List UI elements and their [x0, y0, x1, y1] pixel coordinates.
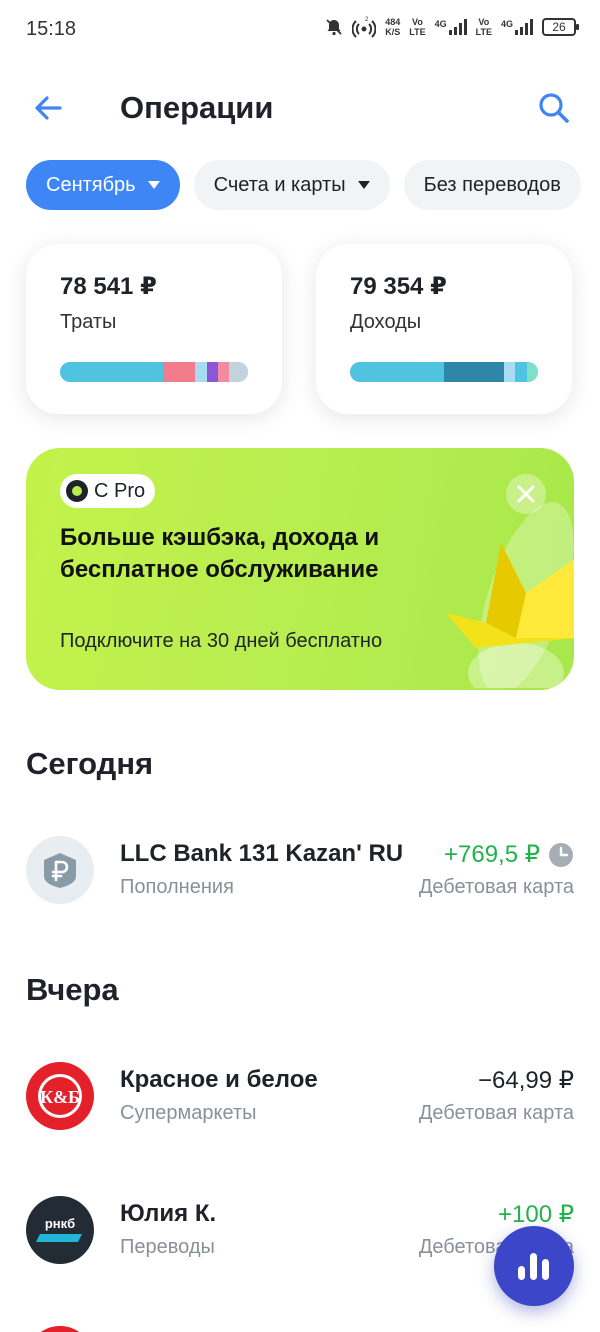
operation-category: Переводы: [120, 1236, 215, 1258]
spending-amount: 78 541 ₽: [60, 273, 157, 300]
volte-label-1: Vo LTE: [409, 17, 426, 37]
breakdown-segment: [60, 362, 164, 382]
filter-chip-accounts[interactable]: Счета и карты: [193, 160, 390, 210]
rnkb-logo-icon: рнкб: [36, 1216, 82, 1242]
page-title: Операции: [120, 90, 274, 125]
network-speed: 484 K/S: [385, 17, 401, 37]
breakdown-segment: [206, 362, 218, 382]
section-title-yesterday: Вчера: [26, 972, 119, 1007]
filter-chip-label: Сентябрь: [46, 173, 136, 196]
krasnoe-beloe-logo-icon: К&Б: [38, 1074, 82, 1118]
filter-chip-month[interactable]: Сентябрь: [26, 160, 180, 210]
battery-icon: 26: [542, 18, 579, 36]
spending-card[interactable]: 78 541 ₽ Траты: [26, 244, 282, 414]
hotspot-icon: 2: [352, 17, 377, 38]
filter-chip-transfers[interactable]: Без переводов: [403, 160, 581, 210]
arrow-left-icon: [35, 96, 62, 120]
breakdown-segment: [526, 362, 538, 382]
svg-text:2: 2: [365, 17, 369, 23]
search-button[interactable]: [534, 88, 574, 128]
logo-text: рнкб: [45, 1216, 75, 1231]
signal-bars-icon: [515, 19, 533, 35]
back-button[interactable]: [28, 88, 68, 128]
mute-bell-icon: [326, 19, 342, 36]
signal-bars-icon: [448, 19, 467, 35]
caret-down-icon: [147, 181, 160, 189]
operation-amount: −64,99 ₽: [477, 1067, 574, 1094]
section-title-today: Сегодня: [26, 746, 154, 781]
operation-category: Супермаркеты: [120, 1102, 257, 1124]
operation-name: Юлия К.: [120, 1200, 217, 1227]
operation-row[interactable]: рнкб Юлия К. Переводы +100 ₽ Дебетовая к…: [26, 1196, 574, 1268]
promo-badge: С Pro: [60, 474, 156, 508]
pro-logo-icon: [66, 480, 88, 502]
clock-pending-icon: [549, 842, 573, 867]
operation-avatar: [26, 836, 94, 904]
operation-account: Дебетовая карта: [418, 876, 574, 898]
operation-name: LLC Bank 131 Kazan' RU: [120, 840, 404, 867]
search-icon: [539, 93, 569, 123]
filter-chips: Сентябрь Счета и карты Без переводов: [26, 160, 581, 210]
crown-illustration-icon: [446, 502, 574, 688]
logo-text: К&Б: [40, 1087, 80, 1107]
close-icon: [517, 485, 535, 503]
breakdown-segment: [504, 362, 516, 382]
status-time: 15:18: [26, 18, 77, 40]
breakdown-segment: [217, 362, 230, 382]
breakdown-segment: [350, 362, 444, 382]
breakdown-segment: [444, 362, 505, 382]
breakdown-segment: [229, 362, 248, 382]
breakdown-segment: [163, 362, 196, 382]
header: Операции: [0, 70, 600, 146]
operation-account: Дебетовая карта: [418, 1102, 574, 1124]
promo-subtitle: Подключите на 30 дней бесплатно: [60, 630, 383, 652]
filter-chip-label: Без переводов: [423, 173, 561, 196]
operation-amount: +100 ₽: [498, 1201, 574, 1228]
operation-category: Пополнения: [120, 876, 234, 898]
breakdown-segment: [195, 362, 207, 382]
status-icons: 2 484 K/S Vo LTE 4G Vo LTE 4G 26: [325, 16, 579, 38]
signal-1: 4G: [435, 19, 467, 35]
promo-banner[interactable]: С Pro Больше кэшбэка, дохода и бесплатно…: [26, 448, 574, 690]
ruble-icon: [44, 853, 76, 888]
operation-name: Красное и белое: [120, 1066, 318, 1093]
breakdown-segment: [515, 362, 527, 382]
analytics-chart-icon: [518, 1253, 549, 1280]
income-card[interactable]: 79 354 ₽ Доходы: [316, 244, 572, 414]
operation-avatar: К&Б: [26, 1062, 94, 1130]
volte-label-2: Vo LTE: [475, 17, 492, 37]
operation-amount: +769,5 ₽: [444, 840, 574, 869]
caret-down-icon: [357, 181, 370, 189]
status-bar: 15:18 2 484 K/S Vo LTE 4G Vo LTE 4G 26: [0, 0, 600, 62]
operation-avatar-partial: [26, 1326, 94, 1332]
signal-2: 4G: [501, 19, 533, 35]
operation-row[interactable]: К&Б Красное и белое Супермаркеты −64,99 …: [26, 1062, 574, 1134]
spending-label: Траты: [60, 311, 117, 333]
operation-row[interactable]: LLC Bank 131 Kazan' RU Пополнения +769,5…: [26, 836, 574, 908]
spending-breakdown-bar: [60, 362, 248, 382]
filter-chip-label: Счета и карты: [213, 173, 346, 196]
promo-badge-label: С Pro: [94, 479, 146, 502]
promo-close-button[interactable]: [506, 474, 546, 514]
income-amount: 79 354 ₽: [350, 273, 447, 300]
income-label: Доходы: [350, 311, 422, 333]
analytics-fab-button[interactable]: [494, 1226, 574, 1306]
promo-title: Больше кэшбэка, дохода и бесплатное обсл…: [60, 524, 380, 583]
income-breakdown-bar: [350, 362, 538, 382]
operation-avatar: рнкб: [26, 1196, 94, 1264]
